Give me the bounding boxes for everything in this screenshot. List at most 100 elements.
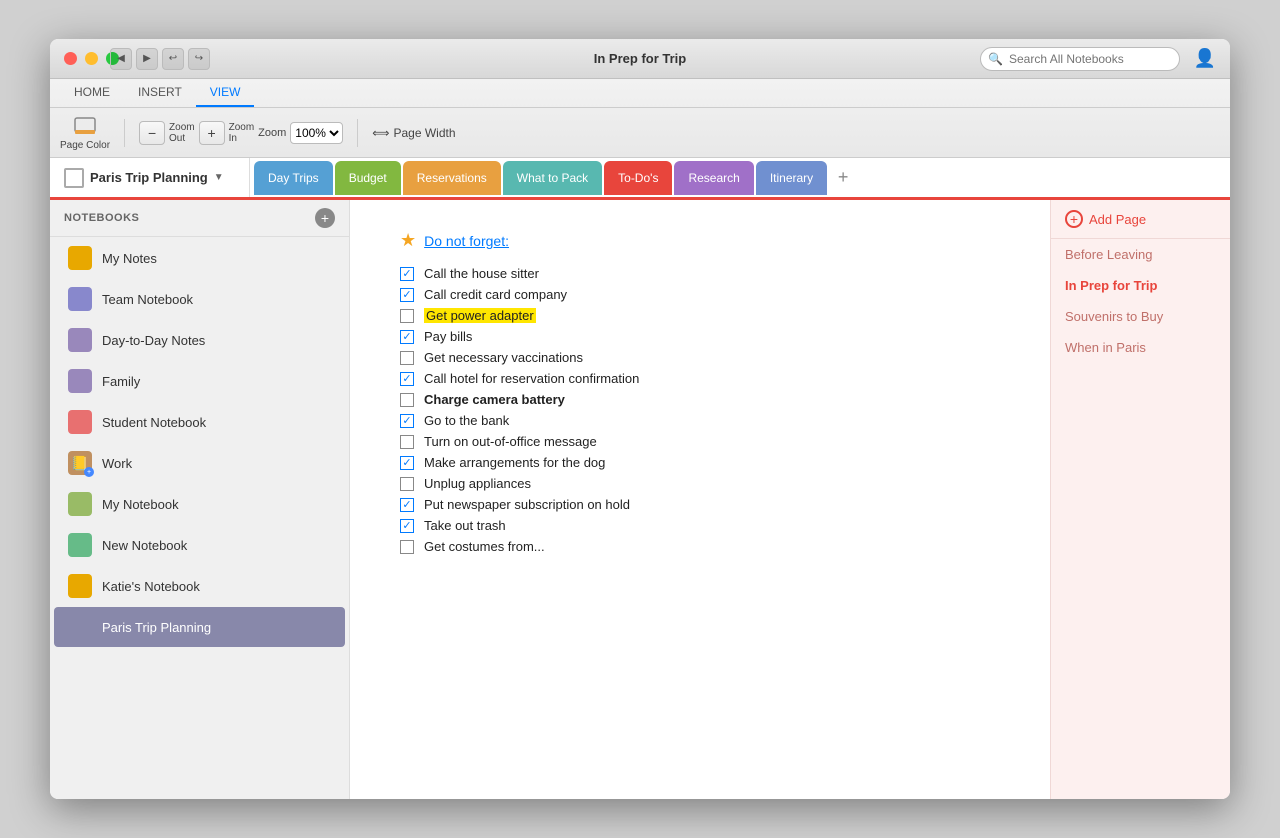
- todo-checkbox-3[interactable]: ✓: [400, 330, 414, 344]
- todo-checkbox-10[interactable]: [400, 477, 414, 491]
- todo-text-3: Pay bills: [424, 329, 472, 344]
- notebook-icon: [64, 168, 84, 188]
- notebook-item-family[interactable]: Family: [54, 361, 345, 401]
- notebook-item-my-notebook[interactable]: My Notebook: [54, 484, 345, 524]
- notebooks-label: NOTEBOOKS: [64, 212, 139, 224]
- section-tab-research[interactable]: Research: [674, 161, 753, 195]
- notebook-item-work[interactable]: 📒+Work: [54, 443, 345, 483]
- todo-checkbox-13[interactable]: [400, 540, 414, 554]
- notebook-item-student[interactable]: Student Notebook: [54, 402, 345, 442]
- notebook-item-icon-my-notes: [68, 246, 92, 270]
- todo-checkbox-9[interactable]: ✓: [400, 456, 414, 470]
- section-tab-budget[interactable]: Budget: [335, 161, 401, 195]
- undo-button[interactable]: ↩: [162, 48, 184, 70]
- tab-insert[interactable]: INSERT: [124, 79, 196, 107]
- todo-text-2: Get power adapter: [424, 308, 536, 323]
- todo-checkbox-0[interactable]: ✓: [400, 267, 414, 281]
- todo-checkbox-12[interactable]: ✓: [400, 519, 414, 533]
- todo-text-0: Call the house sitter: [424, 266, 539, 281]
- search-input[interactable]: [980, 47, 1180, 71]
- page-item-3[interactable]: When in Paris: [1051, 332, 1230, 363]
- section-tab-reservations[interactable]: Reservations: [403, 161, 501, 195]
- todo-text-9: Make arrangements for the dog: [424, 455, 605, 470]
- add-section-button[interactable]: +: [829, 164, 857, 192]
- notebook-item-name-katies-notebook: Katie's Notebook: [102, 579, 200, 594]
- todo-checkbox-11[interactable]: ✓: [400, 498, 414, 512]
- notebook-header: Paris Trip Planning ▼ Day Trips Budget R…: [50, 158, 1230, 200]
- tab-home[interactable]: HOME: [60, 79, 124, 107]
- page-item-2[interactable]: Souvenirs to Buy: [1051, 301, 1230, 332]
- notebook-title[interactable]: Paris Trip Planning: [90, 170, 208, 185]
- todo-text-8: Turn on out-of-office message: [424, 434, 597, 449]
- zoom-select[interactable]: 100% 75% 125% 150%: [290, 122, 343, 144]
- zoom-in-button[interactable]: +: [199, 121, 225, 145]
- title-bar: ◀ ▶ ↩ ↪ In Prep for Trip 🔍 👤: [50, 39, 1230, 79]
- notebook-item-my-notes[interactable]: My Notes: [54, 238, 345, 278]
- back-button[interactable]: ◀: [110, 48, 132, 70]
- section-tab-day-trips[interactable]: Day Trips: [254, 161, 333, 195]
- close-button[interactable]: [64, 52, 77, 65]
- zoom-controls: − ZoomOut + ZoomIn Zoom 100% 75% 125% 15…: [139, 121, 343, 145]
- page-item-0[interactable]: Before Leaving: [1051, 239, 1230, 270]
- notebook-item-katies-notebook[interactable]: Katie's Notebook: [54, 566, 345, 606]
- notebook-item-icon-student: [68, 410, 92, 434]
- todo-text-6: Charge camera battery: [424, 392, 565, 407]
- todo-item: ✓Take out trash: [400, 515, 1000, 536]
- notebook-title-area[interactable]: Paris Trip Planning ▼: [50, 158, 250, 197]
- todo-checkbox-7[interactable]: ✓: [400, 414, 414, 428]
- toolbar: HOME INSERT VIEW Page Color − ZoomOut: [50, 79, 1230, 158]
- minimize-button[interactable]: [85, 52, 98, 65]
- page-color-icon: [71, 114, 99, 138]
- app-window: ◀ ▶ ↩ ↪ In Prep for Trip 🔍 👤 HOME INSERT…: [50, 39, 1230, 799]
- todo-item: ✓ Make arrangements for the dog: [400, 452, 1000, 473]
- redo-button[interactable]: ↪: [188, 48, 210, 70]
- separator-1: [124, 119, 125, 147]
- notebook-list: My Notes Team NotebookDay-to-Day Notes Fam…: [50, 237, 349, 648]
- todo-checkbox-5[interactable]: ✓: [400, 372, 414, 386]
- notebook-item-paris-trip[interactable]: Paris Trip Planning: [54, 607, 345, 647]
- section-tab-what-to-pack[interactable]: What to Pack: [503, 161, 602, 195]
- page-color-action[interactable]: Page Color: [60, 114, 110, 151]
- todo-text-7: Go to the bank: [424, 413, 509, 428]
- section-tab-itinerary[interactable]: Itinerary: [756, 161, 827, 195]
- zoom-out-button[interactable]: −: [139, 121, 165, 145]
- zoom-in-icon: +: [208, 125, 216, 141]
- page-item-1[interactable]: In Prep for Trip: [1051, 270, 1230, 301]
- notebook-item-icon-day-to-day: [68, 328, 92, 352]
- todo-item: ✓ Call credit card company: [400, 284, 1000, 305]
- todo-checkbox-8[interactable]: [400, 435, 414, 449]
- todo-checkbox-6[interactable]: [400, 393, 414, 407]
- section-tab-todos[interactable]: To-Do's: [604, 161, 672, 195]
- add-notebook-button[interactable]: +: [315, 208, 335, 228]
- notebook-item-name-my-notebook: My Notebook: [102, 497, 179, 512]
- todo-text-5: Call hotel for reservation confirmation: [424, 371, 639, 386]
- page-width-button[interactable]: ⟺ Page Width: [372, 126, 455, 140]
- todo-heading: Do not forget:: [424, 233, 509, 249]
- notebook-item-new-notebook[interactable]: New Notebook: [54, 525, 345, 565]
- zoom-in-label: ZoomIn: [229, 122, 255, 144]
- notebook-item-name-my-notes: My Notes: [102, 251, 157, 266]
- page-list: Before LeavingIn Prep for TripSouvenirs …: [1051, 239, 1230, 363]
- tab-view[interactable]: VIEW: [196, 79, 255, 107]
- search-icon: 🔍: [988, 52, 1003, 66]
- add-page-button[interactable]: + Add Page: [1051, 200, 1230, 239]
- notebook-item-day-to-day[interactable]: Day-to-Day Notes: [54, 320, 345, 360]
- toolbar-actions: Page Color − ZoomOut + ZoomIn Zoom 100% …: [50, 108, 1230, 157]
- todo-text-11: Put newspaper subscription on hold: [424, 497, 630, 512]
- separator-2: [357, 119, 358, 147]
- todo-text-1: Call credit card company: [424, 287, 567, 302]
- todo-item: ✓ Pay bills: [400, 326, 1000, 347]
- todo-item: Get costumes from...: [400, 536, 1000, 557]
- search-area: 🔍: [980, 47, 1180, 71]
- add-page-icon: +: [1065, 210, 1083, 228]
- todo-item: ✓ Put newspaper subscription on hold: [400, 494, 1000, 515]
- forward-button[interactable]: ▶: [136, 48, 158, 70]
- notebook-item-name-family: Family: [102, 374, 140, 389]
- todo-checkbox-4[interactable]: [400, 351, 414, 365]
- add-contact-button[interactable]: 👤: [1194, 48, 1216, 69]
- section-tabs: Day Trips Budget Reservations What to Pa…: [250, 158, 861, 197]
- notebook-item-team-notebook[interactable]: Team Notebook: [54, 279, 345, 319]
- notebook-item-icon-new-notebook: [68, 533, 92, 557]
- todo-checkbox-1[interactable]: ✓: [400, 288, 414, 302]
- todo-checkbox-2[interactable]: [400, 309, 414, 323]
